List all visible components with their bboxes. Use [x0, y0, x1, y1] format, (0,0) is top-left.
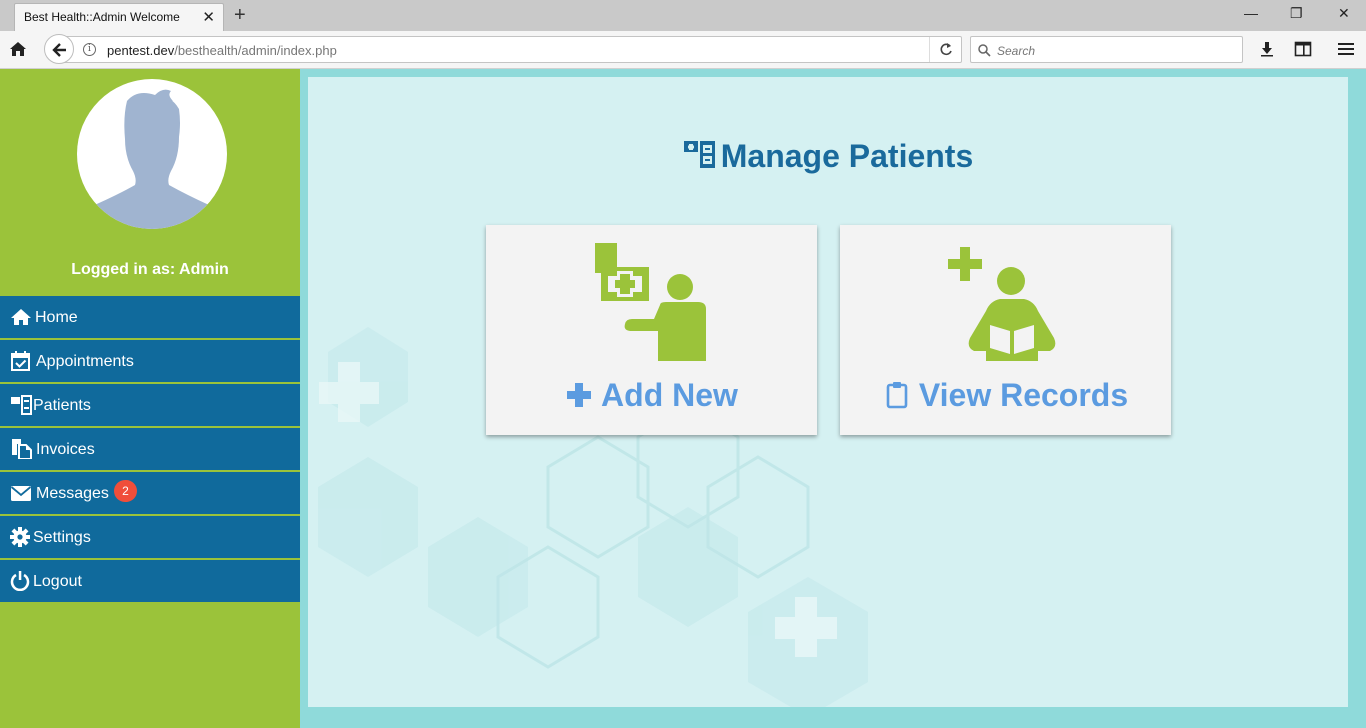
plus-icon — [567, 383, 592, 407]
sidebar: Logged in as: Admin Home Appointments Pa… — [0, 69, 300, 728]
reload-button[interactable] — [929, 37, 961, 62]
sidebar-item-logout[interactable]: Logout — [0, 560, 300, 604]
sidebar-item-patients[interactable]: Patients — [0, 384, 300, 428]
sidebar-menu: Home Appointments Patients Invoices Mess… — [0, 296, 300, 604]
add-new-patient-card[interactable]: Add New — [486, 225, 817, 435]
add-new-label: Add New — [486, 377, 817, 414]
sidebar-item-label: Patients — [33, 397, 91, 414]
search-placeholder: Search — [997, 44, 1036, 58]
documents-icon — [12, 439, 32, 459]
sidebar-toggle-icon[interactable] — [1294, 40, 1312, 58]
sidebar-item-home[interactable]: Home — [0, 296, 300, 340]
sidebar-item-label: Settings — [33, 529, 91, 546]
download-icon[interactable] — [1258, 40, 1276, 58]
search-icon — [978, 44, 991, 57]
view-records-label: View Records — [840, 377, 1171, 414]
patient-files-icon — [11, 395, 32, 415]
gear-icon — [10, 527, 30, 547]
sidebar-item-invoices[interactable]: Invoices — [0, 428, 300, 472]
browser-tab-strip: Best Health::Admin Welcome ✕ + — ❐ ✕ — [0, 0, 1366, 31]
browser-tab[interactable]: Best Health::Admin Welcome ✕ — [14, 3, 224, 31]
user-silhouette-icon — [77, 89, 227, 229]
sidebar-item-label: Logout — [33, 573, 82, 590]
site-info-icon[interactable]: i — [83, 43, 96, 56]
menu-hamburger-icon[interactable] — [1337, 40, 1355, 58]
new-tab-icon[interactable]: + — [234, 4, 246, 27]
add-new-text: Add New — [601, 377, 738, 413]
sidebar-item-appointments[interactable]: Appointments — [0, 340, 300, 384]
envelope-icon — [10, 486, 32, 501]
browser-home-icon[interactable] — [9, 40, 27, 58]
sidebar-item-label: Appointments — [36, 353, 134, 370]
browser-toolbar: i pentest.dev/besthealth/admin/index.php… — [0, 31, 1366, 69]
sidebar-item-label: Invoices — [36, 441, 95, 458]
back-arrow-icon — [52, 43, 66, 57]
messages-count-badge: 2 — [114, 480, 137, 502]
reload-icon — [940, 43, 952, 56]
reading-patient-illustration-icon — [948, 247, 1056, 361]
calendar-check-icon — [11, 351, 30, 371]
restore-icon[interactable]: ❐ — [1290, 5, 1303, 22]
view-records-card[interactable]: View Records — [840, 225, 1171, 435]
sidebar-item-label: Messages — [36, 485, 109, 502]
url-text[interactable]: pentest.dev/besthealth/admin/index.php — [107, 43, 337, 58]
tab-close-icon[interactable]: ✕ — [202, 8, 215, 26]
view-records-text: View Records — [918, 377, 1129, 413]
tab-title: Best Health::Admin Welcome — [24, 10, 180, 24]
main-panel: Manage Patients Add New View Records — [308, 77, 1348, 707]
page-title-text: Manage Patients — [720, 138, 974, 174]
page: Logged in as: Admin Home Appointments Pa… — [0, 69, 1366, 728]
power-icon — [10, 571, 30, 591]
home-icon — [11, 309, 31, 325]
clipboard-icon — [886, 382, 908, 409]
sidebar-item-label: Home — [35, 309, 78, 326]
logged-in-label: Logged in as: Admin — [71, 261, 229, 278]
page-title: Manage Patients — [308, 137, 1348, 175]
window-close-icon[interactable]: ✕ — [1338, 5, 1350, 22]
minimize-icon[interactable]: — — [1244, 5, 1258, 21]
patient-files-icon — [683, 141, 715, 168]
avatar — [77, 79, 227, 229]
back-button[interactable] — [44, 34, 74, 64]
sidebar-item-messages[interactable]: Messages 2 — [0, 472, 300, 516]
sidebar-item-settings[interactable]: Settings — [0, 516, 300, 560]
url-bar[interactable]: i pentest.dev/besthealth/admin/index.php — [58, 36, 962, 63]
add-patient-illustration-icon — [595, 243, 706, 361]
browser-search-input[interactable]: Search — [970, 36, 1243, 63]
